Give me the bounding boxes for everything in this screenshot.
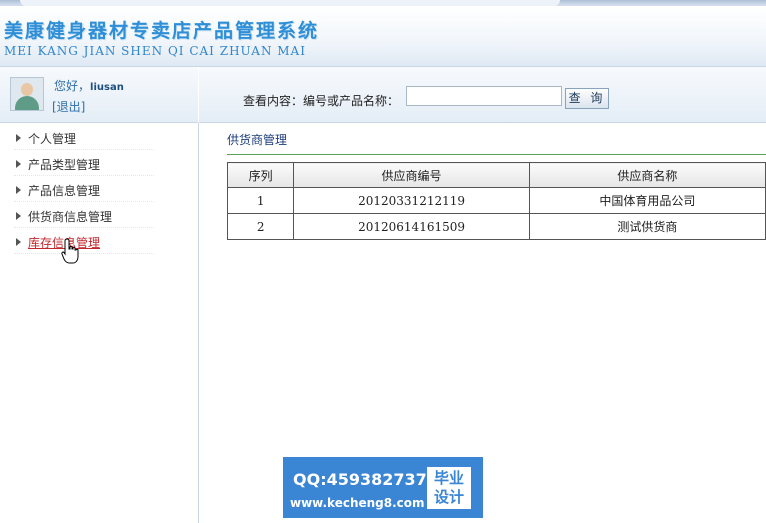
table-cell: 1 xyxy=(226,187,295,214)
section-title: 供货商管理 xyxy=(227,133,288,147)
user-panel: 您好，liusan [退出] xyxy=(0,67,198,123)
sidebar: 个人管理 产品类型管理 产品信息管理 供货商信息管理 库存信息管理 xyxy=(0,123,199,523)
arrow-right-icon xyxy=(16,212,21,220)
sidebar-item-personal[interactable]: 个人管理 xyxy=(14,127,154,150)
arrow-right-icon xyxy=(16,160,21,168)
table-row: 1 20120331212119 中国体育用品公司 xyxy=(226,187,766,214)
app-header: 美康健身器材专卖店产品管理系统 MEI KANG JIAN SHEN QI CA… xyxy=(0,6,766,67)
table-cell: 中国体育用品公司 xyxy=(528,187,766,214)
avatar-head-shape xyxy=(21,83,33,96)
table-cell: 2 xyxy=(226,213,295,240)
hand-cursor-icon xyxy=(61,238,79,264)
greeting-text: 您好， xyxy=(54,79,91,93)
watermark-badge: 毕业 设计 xyxy=(427,467,471,509)
watermark-badge-line1: 毕业 xyxy=(433,469,464,487)
search-bar: 查看内容：编号或产品名称： 查 询 xyxy=(199,67,766,123)
app-title: 美康健身器材专卖店产品管理系统 xyxy=(4,20,320,42)
table-header-row: 序列 供应商编号 供应商名称 xyxy=(226,162,766,188)
arrow-right-icon xyxy=(16,134,21,142)
table-cell: 测试供货商 xyxy=(528,213,766,240)
watermark-qq: QQ:459382737 xyxy=(293,470,427,489)
column-header: 序列 xyxy=(226,162,295,188)
section-divider xyxy=(227,154,766,155)
avatar xyxy=(10,77,44,111)
sidebar-item-product-types[interactable]: 产品类型管理 xyxy=(14,153,154,176)
watermark-badge-line2: 设计 xyxy=(433,488,464,506)
username: liusan xyxy=(90,82,124,93)
table-row: 2 20120614161509 测试供货商 xyxy=(226,213,766,240)
watermark-url: www.kecheng8.com xyxy=(290,496,425,510)
watermark-banner: QQ:459382737 www.kecheng8.com 毕业 设计 xyxy=(283,457,483,518)
arrow-right-icon xyxy=(16,238,21,246)
search-button[interactable]: 查 询 xyxy=(565,88,609,109)
table-cell: 20120331212119 xyxy=(293,187,530,214)
sidebar-item-label: 产品类型管理 xyxy=(28,158,101,172)
sidebar-item-label: 个人管理 xyxy=(28,132,77,146)
sidebar-item-product-info[interactable]: 产品信息管理 xyxy=(14,179,154,202)
table-cell: 20120614161509 xyxy=(293,213,530,240)
logout-link[interactable]: [退出] xyxy=(52,98,85,115)
app-subtitle: MEI KANG JIAN SHEN QI CAI ZHUAN MAI xyxy=(4,44,306,58)
column-header: 供应商名称 xyxy=(528,162,766,188)
user-greeting: 您好，liusan xyxy=(54,77,124,94)
sidebar-item-inventory[interactable]: 库存信息管理 xyxy=(14,231,154,254)
search-label: 查看内容：编号或产品名称： xyxy=(243,94,400,108)
sidebar-item-suppliers[interactable]: 供货商信息管理 xyxy=(14,205,154,228)
avatar-body-shape xyxy=(15,96,39,110)
supplier-table: 序列 供应商编号 供应商名称 1 20120331212119 中国体育用品公司… xyxy=(226,162,766,240)
arrow-right-icon xyxy=(16,186,21,194)
search-input[interactable] xyxy=(406,86,562,106)
sidebar-item-label: 产品信息管理 xyxy=(28,184,101,198)
column-header: 供应商编号 xyxy=(293,162,530,188)
sidebar-item-label: 供货商信息管理 xyxy=(28,210,113,224)
